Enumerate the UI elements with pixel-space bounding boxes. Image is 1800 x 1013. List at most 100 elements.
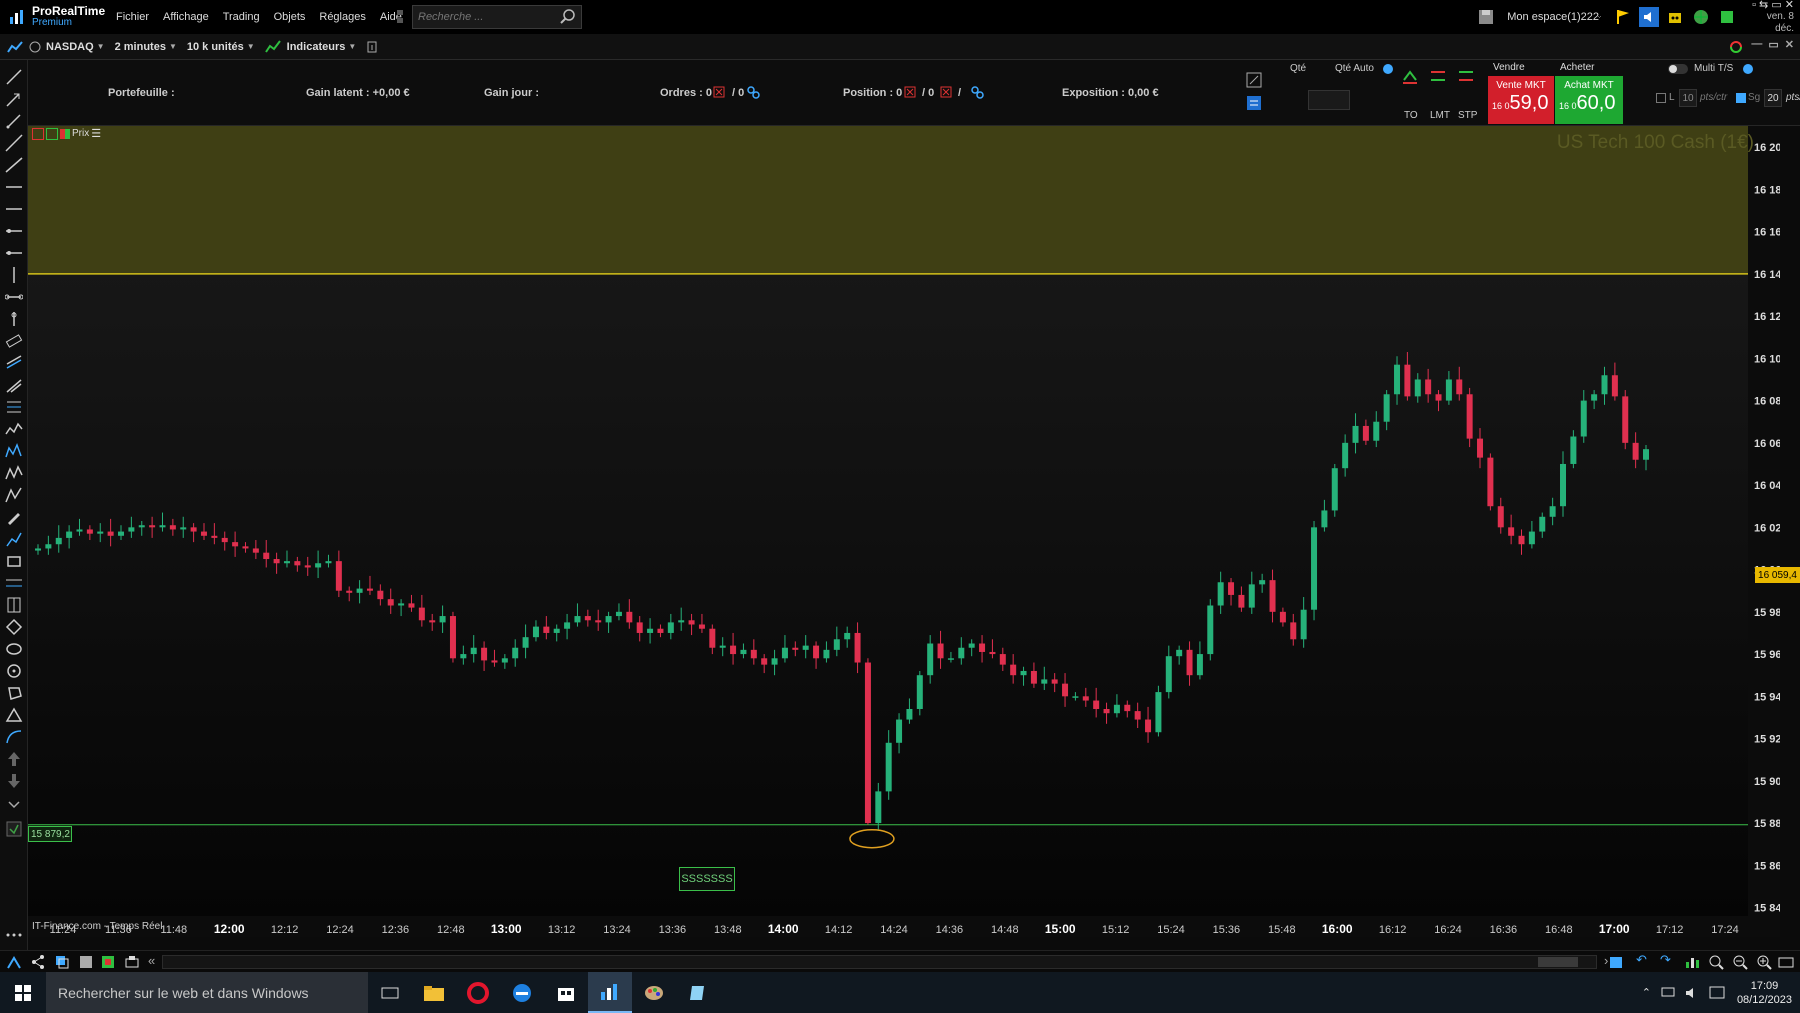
menu-trading[interactable]: Trading: [223, 11, 260, 23]
price-level-tool-icon[interactable]: [5, 222, 23, 240]
save-icon[interactable]: [1476, 7, 1496, 27]
orders-settings-icon[interactable]: [746, 85, 760, 99]
rectangle-tool-icon[interactable]: [5, 552, 23, 570]
indicators-button[interactable]: Indicateurs ▼: [264, 39, 356, 55]
taskbar-prorealtime[interactable]: [588, 972, 632, 1013]
multi-toggle[interactable]: [1668, 64, 1688, 74]
add-panel-icon[interactable]: [32, 127, 44, 140]
start-button[interactable]: [0, 972, 46, 1013]
order-type-to-icon[interactable]: [1400, 66, 1420, 86]
price-tab[interactable]: Prix: [72, 128, 89, 139]
network-icon[interactable]: [1660, 985, 1678, 1001]
candlestick-chart[interactable]: 16 200 16 180 16 160 16 140 16 120 16 100 16 0…: [28, 126, 1780, 937]
close-all-icon[interactable]: [940, 86, 952, 98]
arc-tool-icon[interactable]: [5, 728, 23, 746]
taskbar-search[interactable]: Rechercher sur le web et dans Windows: [46, 972, 368, 1013]
notifications-icon[interactable]: [1708, 985, 1726, 1001]
level-marker-tool-icon[interactable]: [5, 244, 23, 262]
triangle-tool-icon[interactable]: [5, 706, 23, 724]
horizontal-line-tool-icon[interactable]: [5, 178, 23, 196]
ellipse-tool-icon[interactable]: [5, 640, 23, 658]
tray-expand-icon[interactable]: ⌃: [1642, 986, 1651, 999]
close-position-icon[interactable]: [904, 86, 916, 98]
path-tool-icon[interactable]: [5, 530, 23, 548]
taskbar-opera[interactable]: [456, 972, 500, 1013]
extended-line-tool-icon[interactable]: [5, 156, 23, 174]
minimize-panel-icon[interactable]: —: [1751, 38, 1762, 56]
volume-icon[interactable]: [1684, 985, 1702, 1001]
fibonacci-tool-icon[interactable]: [5, 398, 23, 416]
stp-label[interactable]: STP: [1458, 110, 1477, 121]
qty-auto-toggle-icon[interactable]: [1382, 63, 1394, 75]
segment-tool-icon[interactable]: [5, 112, 23, 130]
flag-icon[interactable]: [1613, 7, 1633, 27]
zoom-fit-icon[interactable]: [1708, 954, 1724, 970]
range-tool-icon[interactable]: [5, 574, 23, 592]
keyboard-icon[interactable]: [1778, 954, 1794, 970]
channel-tool-icon[interactable]: [5, 354, 23, 372]
instrument-selector[interactable]: NASDAQ ▼: [46, 41, 105, 53]
search-input[interactable]: [413, 11, 558, 23]
buy-market-button[interactable]: Achat MKT 16 060,0: [1555, 76, 1623, 124]
link-icon[interactable]: [28, 38, 42, 56]
task-view-button[interactable]: [368, 972, 412, 1013]
chevron-down-icon[interactable]: [1597, 7, 1607, 27]
search-icon[interactable]: [558, 7, 578, 27]
text-annotation[interactable]: SSSSSSS: [679, 867, 735, 891]
taskbar-notes[interactable]: [676, 972, 720, 1013]
measure-tool-icon[interactable]: [5, 288, 23, 306]
polygon-tool-icon[interactable]: [5, 684, 23, 702]
vertical-measure-tool-icon[interactable]: [5, 310, 23, 328]
book-icon[interactable]: [1246, 95, 1262, 111]
print-icon[interactable]: [124, 954, 140, 970]
wave-tool-icon[interactable]: [5, 420, 23, 438]
timeframe-selector[interactable]: 2 minutes ▼: [115, 41, 177, 53]
ruler-tool-icon[interactable]: [5, 332, 23, 350]
info-icon[interactable]: [366, 40, 378, 54]
cancel-orders-icon[interactable]: [713, 86, 725, 98]
date-range-tool-icon[interactable]: [5, 596, 23, 614]
taskbar-store[interactable]: [544, 972, 588, 1013]
price-style-icon[interactable]: [60, 128, 70, 139]
menu-objets[interactable]: Objets: [274, 11, 306, 23]
more-tools-icon[interactable]: [5, 820, 23, 838]
pitchfork-tool-icon[interactable]: [5, 376, 23, 394]
circle-tool-icon[interactable]: [5, 662, 23, 680]
share-icon[interactable]: [30, 954, 46, 970]
taskbar-edge[interactable]: [500, 972, 544, 1013]
units-selector[interactable]: 10 k unités ▼: [187, 41, 255, 53]
pencil-tool-icon[interactable]: [5, 508, 23, 526]
arrow-down-tool-icon[interactable]: [5, 772, 23, 790]
to-label[interactable]: TO: [1404, 110, 1418, 121]
globe-icon[interactable]: [1691, 7, 1711, 27]
chart-style-icon[interactable]: [6, 954, 22, 970]
l-input[interactable]: 10: [1679, 89, 1697, 107]
sell-market-button[interactable]: Vente MKT 16 059,0: [1488, 76, 1554, 124]
scrollbar-thumb[interactable]: [1538, 957, 1578, 967]
close-panel-icon[interactable]: ✕: [1785, 38, 1794, 56]
qty-input[interactable]: [1308, 90, 1350, 110]
tools-icon[interactable]: [1246, 72, 1262, 88]
sync-icon[interactable]: [1727, 38, 1745, 56]
zoom-in-icon[interactable]: [1756, 954, 1772, 970]
workspace-selector[interactable]: Mon espace(1)222: [1507, 11, 1599, 23]
zoom-out-icon[interactable]: [1732, 954, 1748, 970]
robot-icon[interactable]: [1665, 7, 1685, 27]
ray-tool-icon[interactable]: [5, 134, 23, 152]
export-icon[interactable]: [100, 954, 116, 970]
calendar-icon[interactable]: [1608, 954, 1624, 970]
xabcd-tool-icon[interactable]: [5, 486, 23, 504]
vertical-line-tool-icon[interactable]: [5, 266, 23, 284]
sg-checkbox[interactable]: [1736, 93, 1746, 103]
position-settings-icon[interactable]: [970, 85, 984, 99]
more-options-icon[interactable]: [5, 926, 23, 944]
elliott-tool-icon[interactable]: [5, 442, 23, 460]
lmt-label[interactable]: LMT: [1430, 110, 1450, 121]
drag-handle-icon[interactable]: [395, 8, 405, 26]
line-tool-icon[interactable]: [5, 68, 23, 86]
copy-icon[interactable]: [54, 954, 70, 970]
calculator-icon[interactable]: [78, 954, 94, 970]
taskbar-paint[interactable]: [632, 972, 676, 1013]
restore-panel-icon[interactable]: ▭: [1768, 38, 1778, 56]
horizontal-ray-tool-icon[interactable]: [5, 200, 23, 218]
